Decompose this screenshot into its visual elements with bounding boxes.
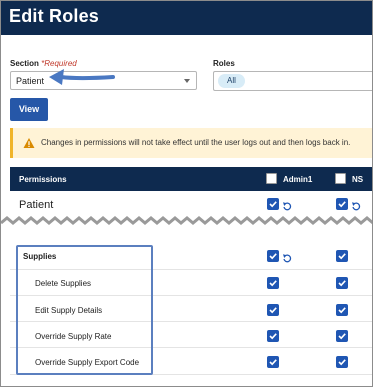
roles-label: Roles — [213, 59, 235, 68]
edit-supply-details-ns-checkbox[interactable] — [336, 304, 348, 316]
permissions-alert: Changes in permissions will not take eff… — [10, 128, 372, 158]
chevron-down-icon — [184, 79, 190, 83]
select-all-admin1-checkbox[interactable] — [266, 173, 277, 184]
patient-ns-checkbox[interactable] — [336, 198, 348, 210]
reset-icon[interactable] — [282, 201, 292, 211]
annotation-arrow-icon — [49, 69, 115, 85]
role-name-admin1: Admin1 — [283, 175, 313, 184]
alert-message: Changes in permissions will not take eff… — [41, 138, 351, 147]
delete-supplies-ns-checkbox[interactable] — [336, 277, 348, 289]
override-supply-rate-ns-checkbox[interactable] — [336, 330, 348, 342]
reset-icon[interactable] — [282, 253, 292, 263]
section-row-patient: Patient — [19, 199, 54, 211]
supplies-admin1-checkbox[interactable] — [267, 250, 279, 262]
role-name-ns: NS — [352, 175, 364, 184]
patient-admin1-checkbox[interactable] — [267, 198, 279, 210]
roles-chip-all[interactable]: All — [218, 74, 245, 88]
section-select-value: Patient — [16, 76, 45, 86]
reset-icon[interactable] — [351, 201, 361, 211]
edit-supply-details-admin1-checkbox[interactable] — [267, 304, 279, 316]
annotation-highlight-box — [16, 245, 153, 375]
screenshot-cut-separator — [1, 216, 372, 228]
select-all-ns-checkbox[interactable] — [335, 173, 346, 184]
warning-icon — [23, 138, 35, 148]
roles-multiselect[interactable]: All — [213, 71, 372, 91]
delete-supplies-admin1-checkbox[interactable] — [267, 277, 279, 289]
edit-roles-window: Edit Roles Section *Required Patient Rol… — [0, 0, 373, 387]
override-supply-rate-admin1-checkbox[interactable] — [267, 330, 279, 342]
page-title: Edit Roles — [9, 6, 100, 26]
permissions-column-header: Permissions — [19, 175, 67, 184]
permissions-table-header: Permissions Admin1 NS — [10, 167, 372, 191]
view-button[interactable]: View — [10, 98, 48, 121]
override-supply-export-code-ns-checkbox[interactable] — [336, 356, 348, 368]
supplies-ns-checkbox[interactable] — [336, 250, 348, 262]
override-supply-export-code-admin1-checkbox[interactable] — [267, 356, 279, 368]
page-header: Edit Roles — [1, 1, 372, 35]
